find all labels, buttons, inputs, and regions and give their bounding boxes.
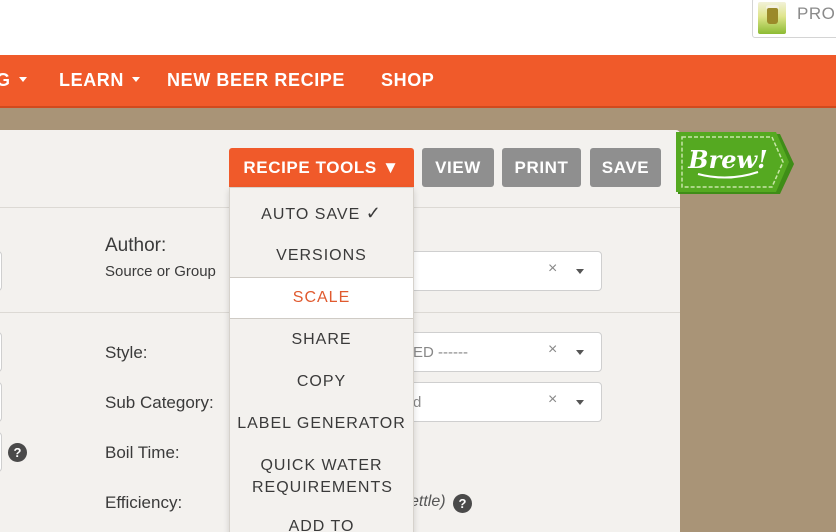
chevron-down-icon[interactable] (576, 350, 584, 355)
sub-category-value: d (413, 394, 422, 411)
nav-item-label: LEARN (59, 70, 124, 90)
menu-item-scale[interactable]: SCALE (230, 277, 413, 319)
author-sublabel: Source or Group (105, 263, 216, 280)
volume-field[interactable] (0, 382, 2, 422)
nav-item-new-beer-recipe[interactable]: NEW BEER RECIPE (167, 70, 345, 91)
nav-item-partial[interactable]: G (0, 70, 27, 91)
save-button[interactable]: SAVE (590, 148, 661, 187)
clear-icon[interactable]: × (548, 260, 557, 278)
batch-size-field[interactable] (0, 332, 2, 372)
beer-glass (767, 8, 778, 24)
view-button[interactable]: VIEW (422, 148, 494, 187)
efficiency-note: ettle) (410, 493, 446, 510)
help-icon[interactable]: ? (8, 443, 27, 462)
brew-label: Brew! (687, 145, 767, 174)
help-icon[interactable]: ? (453, 494, 472, 513)
nav-item-label: SHOP (381, 70, 435, 90)
main-nav: G LEARN NEW BEER RECIPE SHOP (0, 55, 836, 108)
boil-field[interactable] (0, 432, 2, 472)
top-bar: PROF (0, 0, 836, 55)
profile-button[interactable]: PROF (752, 0, 836, 38)
menu-item-share[interactable]: SHARE (230, 329, 413, 351)
brew-button[interactable]: Brew! (676, 132, 794, 196)
chevron-down-icon[interactable] (576, 269, 584, 274)
avatar (758, 2, 786, 34)
style-value: ED ------ (413, 344, 468, 361)
sub-category-label: Sub Category: (105, 393, 214, 412)
boil-time-label: Boil Time: (105, 443, 180, 462)
recipe-tools-menu: AUTO SAVE ✓ VERSIONS SCALE SHARE COPY LA… (229, 187, 414, 532)
recipe-name-field[interactable] (0, 251, 2, 291)
chevron-down-icon[interactable] (576, 400, 584, 405)
chevron-down-icon (18, 77, 27, 83)
profile-label: PROF (797, 4, 836, 23)
checkmark-icon: ✓ (365, 203, 382, 223)
nav-item-label: G (0, 70, 11, 90)
clear-icon[interactable]: × (548, 341, 557, 359)
menu-item-label-generator[interactable]: LABEL GENERATOR (230, 413, 413, 435)
nav-item-label: NEW BEER RECIPE (167, 70, 346, 90)
menu-item-label: AUTO SAVE (261, 206, 361, 223)
menu-item-copy[interactable]: COPY (230, 371, 413, 393)
menu-item-versions[interactable]: VERSIONS (230, 245, 413, 267)
print-button[interactable]: PRINT (502, 148, 581, 187)
chevron-down-icon (132, 77, 140, 83)
menu-item-quick-water-requirements[interactable]: QUICK WATER REQUIREMENTS (230, 455, 413, 499)
clear-icon[interactable]: × (548, 391, 557, 409)
efficiency-label: Efficiency: (105, 493, 183, 512)
recipe-tools-button[interactable]: RECIPE TOOLS ▼ (229, 148, 414, 187)
menu-item-add-to[interactable]: ADD TO (230, 516, 413, 532)
nav-item-shop[interactable]: SHOP (381, 70, 434, 91)
nav-item-learn[interactable]: LEARN (59, 70, 140, 91)
author-label: Author: (105, 235, 167, 256)
style-label: Style: (105, 343, 148, 362)
menu-item-auto-save[interactable]: AUTO SAVE ✓ (230, 202, 413, 226)
